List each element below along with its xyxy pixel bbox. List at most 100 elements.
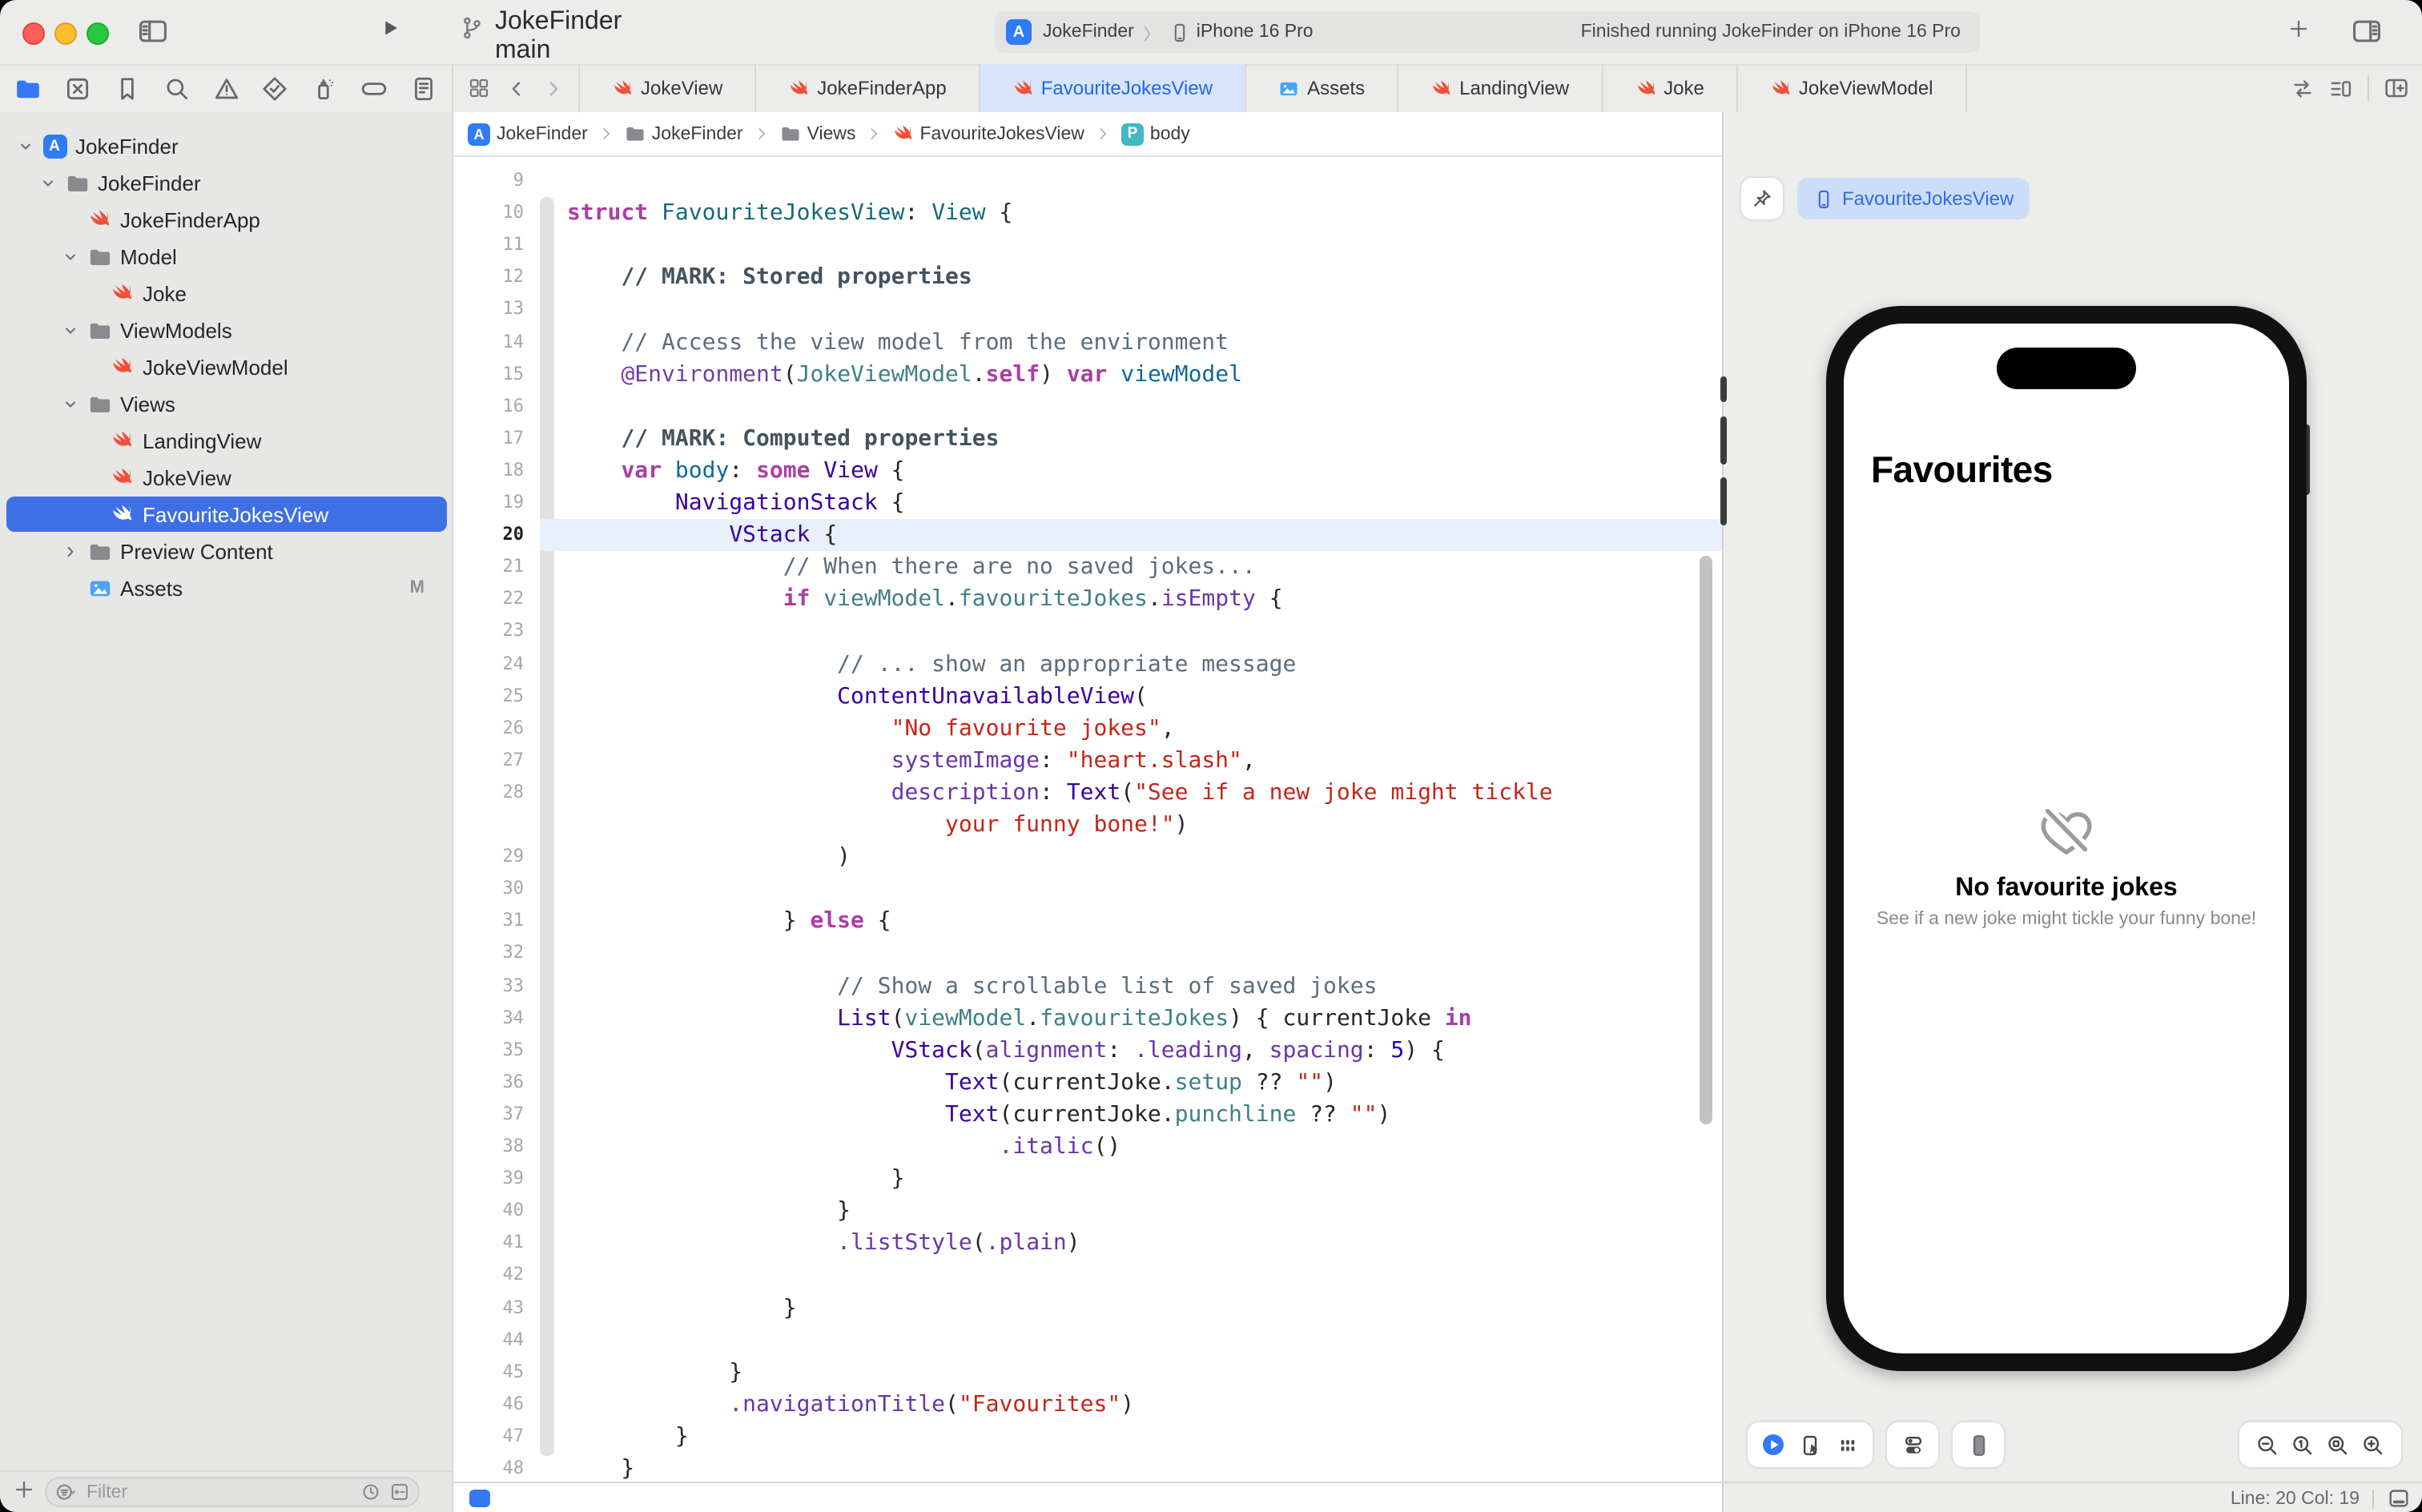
scheme-device[interactable]: iPhone 16 Pro	[1197, 22, 1314, 42]
scheme-selector[interactable]: A JokeFinder 〉 iPhone 16 Pro Finished ru…	[995, 11, 1980, 53]
code-area[interactable]: 910struct FavouriteJokesView: View {1112…	[453, 155, 1722, 1482]
code-line-48[interactable]: 48 }	[453, 1453, 1722, 1482]
code-line-15[interactable]: 15 @Environment(JokeViewModel.self) var …	[453, 358, 1722, 390]
code-line-28[interactable]: 28 description: Text("See if a new joke …	[453, 777, 1722, 809]
chevron-down-icon[interactable]	[62, 396, 78, 412]
code-line-wrap[interactable]: your funny bone!")	[453, 809, 1722, 841]
editor-layout-icon[interactable]	[2329, 76, 2353, 100]
code-line-32[interactable]: 32	[453, 938, 1722, 970]
tab-LandingView[interactable]: LandingView	[1398, 64, 1603, 112]
add-file-icon[interactable]	[13, 1478, 35, 1501]
code-line-41[interactable]: 41 .listStyle(.plain)	[453, 1228, 1722, 1260]
sidebar-item-JokeFinder[interactable]: AJokeFinder	[6, 128, 447, 163]
code-line-46[interactable]: 46 .navigationTitle("Favourites")	[453, 1389, 1722, 1421]
code-line-11[interactable]: 11	[453, 229, 1722, 261]
sidebar-item-LandingView[interactable]: LandingView	[6, 423, 447, 458]
scheme-project[interactable]: JokeFinder	[1043, 22, 1134, 42]
code-line-13[interactable]: 13	[453, 294, 1722, 326]
tab-JokeViewModel[interactable]: JokeViewModel	[1738, 64, 1967, 112]
sidebar-toggle-icon[interactable]	[138, 16, 168, 46]
code-line-22[interactable]: 22 if viewModel.favouriteJokes.isEmpty {	[453, 584, 1722, 616]
warning-navigator-icon[interactable]	[212, 74, 239, 102]
zoom-fit-icon[interactable]	[2326, 1433, 2350, 1457]
code-line-31[interactable]: 31 } else {	[453, 906, 1722, 938]
chevron-down-icon[interactable]	[40, 175, 56, 191]
code-line-20[interactable]: 20 VStack {	[453, 519, 1722, 551]
code-line-33[interactable]: 33 // Show a scrollable list of saved jo…	[453, 970, 1722, 1002]
code-line-42[interactable]: 42	[453, 1260, 1722, 1292]
close-window-button[interactable]	[22, 22, 45, 45]
diamond-navigator-icon[interactable]	[262, 74, 289, 102]
tab-Joke[interactable]: Joke	[1603, 64, 1738, 112]
sidebar-item-Joke[interactable]: Joke	[6, 275, 447, 311]
code-line-29[interactable]: 29 )	[453, 841, 1722, 873]
device-picker-icon[interactable]	[1966, 1433, 1990, 1457]
code-line-47[interactable]: 47 }	[453, 1421, 1722, 1453]
preview-target-chip[interactable]: FavouriteJokesView	[1797, 178, 2030, 219]
code-line-43[interactable]: 43 }	[453, 1292, 1722, 1324]
selectable-preview-button[interactable]	[1799, 1433, 1823, 1457]
folder-navigator-icon[interactable]	[14, 74, 42, 102]
sidebar-item-Model[interactable]: Model	[6, 239, 447, 274]
sidebar-item-JokeViewModel[interactable]: JokeViewModel	[6, 349, 447, 384]
sidebar-item-Views[interactable]: Views	[6, 386, 447, 421]
source-control-filter-icon[interactable]	[389, 1482, 410, 1502]
tab-JokeView[interactable]: JokeView	[578, 64, 756, 112]
related-items-icon[interactable]	[468, 77, 490, 99]
add-editor-icon[interactable]	[2384, 75, 2409, 101]
breadcrumb-JokeFinder[interactable]: AJokeFinder	[468, 123, 588, 145]
add-tab-icon[interactable]	[2287, 18, 2310, 40]
editor-scrollbar[interactable]	[1700, 556, 1712, 1124]
sidebar-item-JokeFinder[interactable]: JokeFinder	[6, 165, 447, 200]
device-settings-icon[interactable]	[1901, 1433, 1925, 1457]
tag-navigator-icon[interactable]	[360, 74, 388, 102]
pin-preview-button[interactable]	[1741, 178, 1783, 219]
sidebar-item-Assets[interactable]: AssetsM	[6, 570, 447, 605]
code-line-39[interactable]: 39 }	[453, 1163, 1722, 1195]
code-line-25[interactable]: 25 ContentUnavailableView(	[453, 680, 1722, 712]
code-line-44[interactable]: 44	[453, 1324, 1722, 1356]
recent-files-icon[interactable]	[360, 1482, 381, 1502]
spray-navigator-icon[interactable]	[312, 74, 339, 102]
filter-input[interactable]: Filter	[45, 1477, 420, 1507]
sidebar-item-JokeView[interactable]: JokeView	[6, 460, 447, 495]
tab-JokeFinderApp[interactable]: JokeFinderApp	[756, 64, 980, 112]
code-line-14[interactable]: 14 // Access the view model from the env…	[453, 326, 1722, 358]
code-line-19[interactable]: 19 NavigationStack {	[453, 487, 1722, 519]
code-line-18[interactable]: 18 var body: some View {	[453, 455, 1722, 487]
chevron-down-icon[interactable]	[18, 138, 34, 154]
zoom-out-icon[interactable]	[2255, 1433, 2279, 1457]
minimize-window-button[interactable]	[54, 22, 77, 45]
tab-Assets[interactable]: Assets	[1246, 64, 1398, 112]
back-icon[interactable]	[506, 78, 527, 99]
code-line-45[interactable]: 45 }	[453, 1356, 1722, 1388]
breadcrumb-JokeFinder[interactable]: JokeFinder	[625, 123, 743, 144]
code-line-30[interactable]: 30	[453, 873, 1722, 905]
report-navigator-icon[interactable]	[410, 74, 437, 102]
breadcrumb-body[interactable]: Pbody	[1121, 123, 1190, 145]
sidebar-item-ViewModels[interactable]: ViewModels	[6, 312, 447, 348]
breadcrumb-FavouriteJokesView[interactable]: FavouriteJokesView	[893, 123, 1084, 144]
inspector-toggle-icon[interactable]	[2352, 16, 2382, 46]
breadcrumb-Views[interactable]: Views	[780, 123, 856, 144]
console-toggle-icon[interactable]	[2387, 1486, 2411, 1510]
sidebar-item-FavouriteJokesView[interactable]: FavouriteJokesView	[6, 497, 447, 532]
code-line-16[interactable]: 16	[453, 390, 1722, 422]
code-line-9[interactable]: 9	[453, 165, 1722, 197]
variants-button[interactable]	[1836, 1433, 1860, 1457]
code-line-26[interactable]: 26 "No favourite jokes",	[453, 712, 1722, 744]
live-preview-button[interactable]	[1760, 1432, 1786, 1458]
code-line-10[interactable]: 10struct FavouriteJokesView: View {	[453, 197, 1722, 229]
zoom-100-icon[interactable]	[2291, 1433, 2315, 1457]
breakpoint-indicator[interactable]	[469, 1490, 490, 1507]
bookmark-navigator-icon[interactable]	[114, 74, 141, 102]
code-line-24[interactable]: 24 // ... show an appropriate message	[453, 648, 1722, 680]
swap-editor-icon[interactable]	[2291, 76, 2315, 100]
code-line-36[interactable]: 36 Text(currentJoke.setup ?? "")	[453, 1067, 1722, 1099]
code-line-23[interactable]: 23	[453, 616, 1722, 648]
square-x-navigator-icon[interactable]	[64, 74, 91, 102]
code-line-40[interactable]: 40 }	[453, 1195, 1722, 1227]
chevron-down-icon[interactable]	[62, 322, 78, 338]
chevron-right-icon[interactable]	[62, 543, 78, 559]
code-line-37[interactable]: 37 Text(currentJoke.punchline ?? "")	[453, 1099, 1722, 1131]
